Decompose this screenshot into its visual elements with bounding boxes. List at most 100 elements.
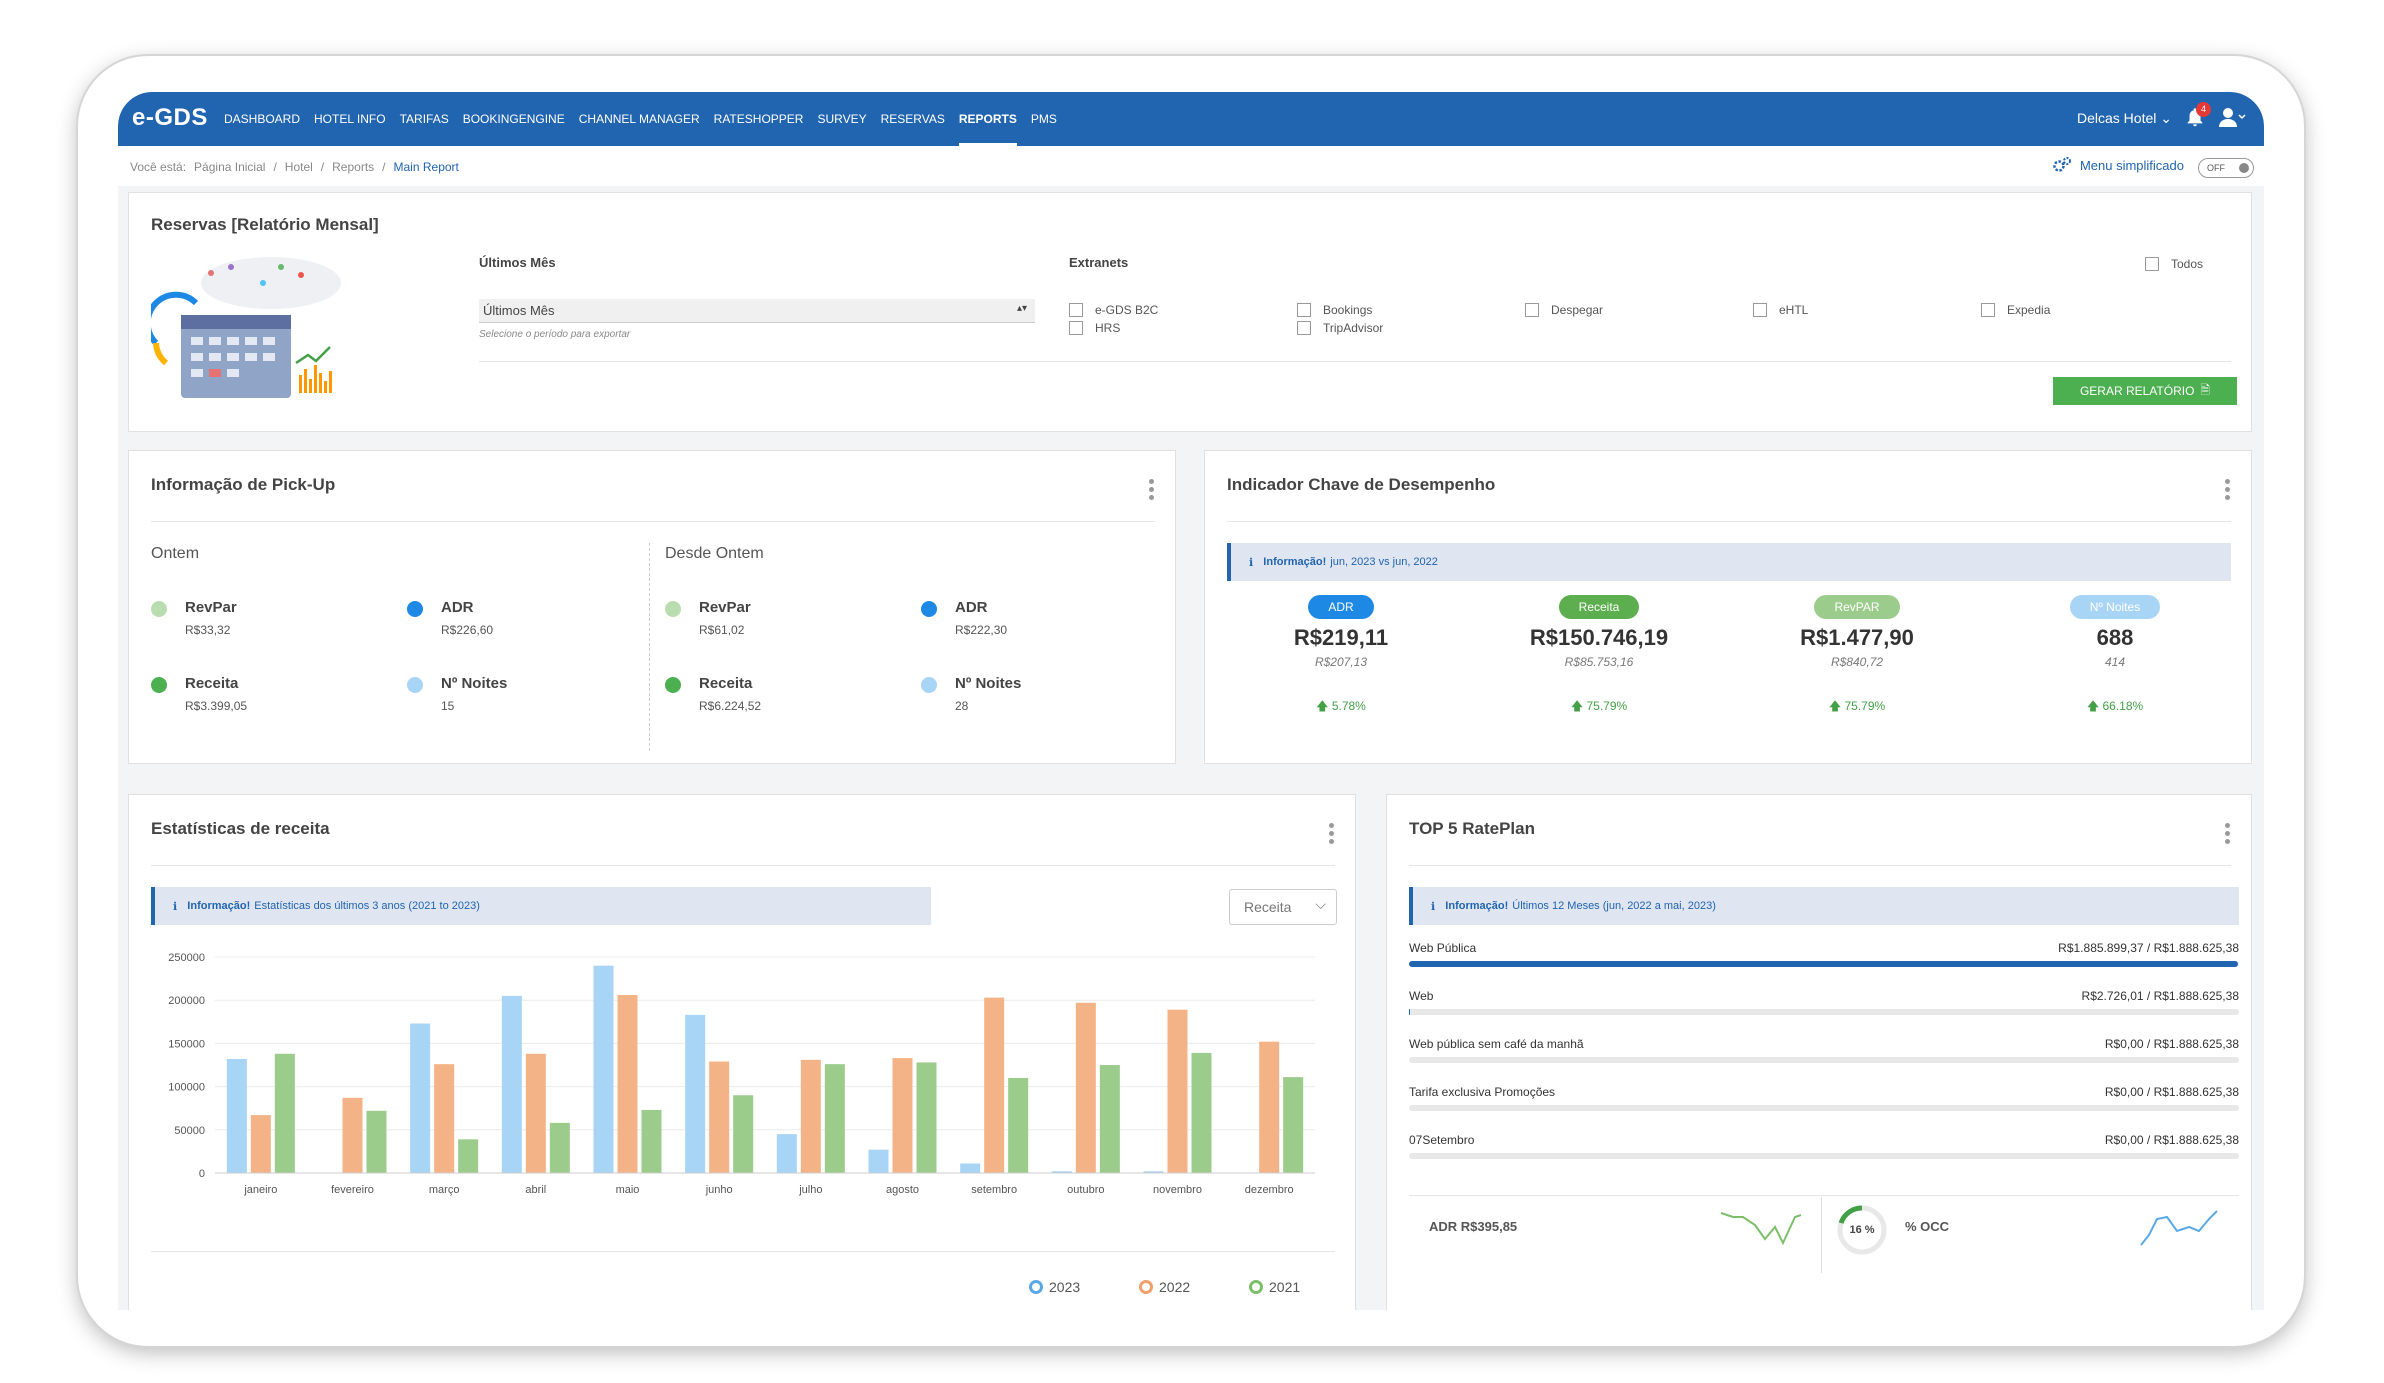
bar-2021-março[interactable]	[458, 1139, 479, 1173]
bell-icon[interactable]: 4	[2184, 102, 2211, 130]
x-tick-label: agosto	[886, 1184, 919, 1196]
bar-2022-fevereiro[interactable]	[342, 1097, 363, 1173]
column-divider	[649, 543, 650, 751]
bar-2022-setembro[interactable]	[984, 997, 1005, 1173]
top5-info-bar: ℹ Informação! Últimos 12 Meses (jun, 2022…	[1409, 887, 2239, 925]
legend-2022[interactable]: 2022	[1139, 1279, 1190, 1295]
nav-tarifas[interactable]: TARIFAS	[400, 92, 449, 146]
divider	[151, 865, 1335, 866]
kpi-adr: ADR R$219,11 R$207,13 🡅 5.78%	[1241, 595, 1441, 718]
hotel-selector[interactable]: Delcas Hotel ⌄	[2077, 110, 2172, 127]
bar-2022-junho[interactable]	[709, 1061, 730, 1173]
gerar-relatorio-button[interactable]: GERAR RELATÓRIO 🗎	[2053, 377, 2237, 405]
bar-2021-agosto[interactable]	[916, 1062, 937, 1173]
more-options-icon[interactable]	[2225, 823, 2231, 845]
nav-rateshopper[interactable]: RATESHOPPER	[714, 92, 804, 146]
rateplan-value: R$2.726,01 / R$1.888.625,38	[2081, 989, 2239, 1003]
nav-channel-manager[interactable]: CHANNEL MANAGER	[579, 92, 700, 146]
bar-2021-novembro[interactable]	[1191, 1052, 1212, 1173]
nav-pms[interactable]: PMS	[1031, 92, 1057, 146]
adr-value: ADR R$395,85	[1429, 1219, 1518, 1234]
extranet-label: HRS	[1095, 321, 1121, 335]
nav-bookingengine[interactable]: BOOKINGENGINE	[463, 92, 565, 146]
x-tick-label: novembro	[1153, 1184, 1202, 1196]
breadcrumb-reports[interactable]: Reports	[332, 160, 374, 174]
menu-simplificado-link[interactable]: Menu simplificado	[2052, 156, 2184, 174]
app-logo[interactable]: e-GDS	[132, 104, 208, 132]
calendar-illustration	[151, 257, 341, 398]
bar-2022-julho[interactable]	[800, 1059, 821, 1173]
bar-2021-maio[interactable]	[641, 1109, 662, 1173]
more-options-icon[interactable]	[1329, 823, 1335, 845]
bar-2022-março[interactable]	[434, 1064, 455, 1173]
kpi-card: Indicador Chave de Desempenho ℹ Informaç…	[1204, 450, 2252, 764]
bar-2022-novembro[interactable]	[1167, 1009, 1188, 1173]
todos-checkbox[interactable]: Todos	[2145, 257, 2203, 271]
user-menu-icon[interactable]	[2218, 106, 2246, 130]
legend-2023[interactable]: 2023	[1029, 1279, 1080, 1295]
bar-2023-junho[interactable]	[685, 1014, 706, 1173]
nav-reservas[interactable]: RESERVAS	[881, 92, 945, 146]
bar-2023-maio[interactable]	[593, 965, 614, 1173]
breadcrumb-home[interactable]: Página Inicial	[194, 160, 265, 174]
bar-2021-junho[interactable]	[733, 1095, 754, 1173]
extranet-expedia-checkbox[interactable]: Expedia	[1981, 303, 2050, 317]
x-tick-label: julho	[798, 1184, 822, 1196]
nav-survey[interactable]: SURVEY	[817, 92, 866, 146]
bar-2023-março[interactable]	[410, 1023, 431, 1173]
legend-2021[interactable]: 2021	[1249, 1279, 1300, 1295]
bar-2023-julho[interactable]	[776, 1134, 797, 1173]
breadcrumb-hotel[interactable]: Hotel	[285, 160, 313, 174]
more-options-icon[interactable]	[2225, 479, 2231, 501]
bar-2023-abril[interactable]	[501, 995, 522, 1173]
extranet-bookings-checkbox[interactable]: Bookings	[1297, 303, 1372, 317]
rateplan-progress	[1409, 1009, 2239, 1015]
period-select[interactable]: Últimos Mês ▴▾	[479, 299, 1035, 323]
extranet-hrs-checkbox[interactable]: HRS	[1069, 321, 1120, 335]
gears-icon	[2053, 157, 2071, 172]
pickup-card: Informação de Pick-Up Ontem Desde Ontem …	[128, 450, 1176, 764]
divider	[1227, 521, 2231, 522]
x-tick-label: dezembro	[1245, 1184, 1294, 1196]
x-tick-label: janeiro	[243, 1184, 277, 1196]
file-icon: 🗎	[2200, 382, 2211, 397]
extranet-despegar-checkbox[interactable]: Despegar	[1525, 303, 1603, 317]
chevron-down-icon: ⌵	[1315, 896, 1326, 912]
x-tick-label: maio	[616, 1184, 640, 1196]
bar-2021-janeiro[interactable]	[274, 1053, 295, 1173]
bar-2021-abril[interactable]	[549, 1122, 570, 1173]
x-tick-label: abril	[525, 1184, 546, 1196]
pickup-title: Informação de Pick-Up	[151, 475, 336, 494]
bar-2021-dezembro[interactable]	[1283, 1077, 1304, 1173]
extranet-tripadvisor-checkbox[interactable]: TripAdvisor	[1297, 321, 1383, 335]
rateplan-progress	[1409, 961, 2239, 967]
bar-2021-setembro[interactable]	[1008, 1077, 1029, 1173]
more-options-icon[interactable]	[1149, 479, 1155, 501]
menu-simplificado-toggle[interactable]: OFF	[2198, 158, 2254, 178]
bar-2021-outubro[interactable]	[1099, 1065, 1120, 1173]
kpi-title: Indicador Chave de Desempenho	[1227, 475, 1496, 494]
nav-dashboard[interactable]: DASHBOARD	[224, 92, 300, 146]
rateplan-progress	[1409, 1057, 2239, 1063]
nav-reports[interactable]: REPORTS	[958, 92, 1017, 146]
extranet-egds-b2c-checkbox[interactable]: e-GDS B2C	[1069, 303, 1158, 317]
bar-2023-setembro[interactable]	[960, 1163, 981, 1173]
bar-2022-dezembro[interactable]	[1259, 1041, 1280, 1173]
nav-hotel-info[interactable]: HOTEL INFO	[314, 92, 386, 146]
metric-select[interactable]: Receita ⌵	[1229, 889, 1337, 925]
hotel-name: Delcas Hotel	[2077, 110, 2157, 126]
bar-2023-agosto[interactable]	[868, 1149, 889, 1173]
extranet-ehtl-checkbox[interactable]: eHTL	[1753, 303, 1808, 317]
rateplan-name: Web Pública	[1409, 941, 1477, 955]
period-label: Últimos Mês	[479, 255, 556, 270]
bar-2022-abril[interactable]	[525, 1053, 546, 1173]
reservas-card: Reservas [Relatório Mensal] Últimos Mês …	[128, 192, 2252, 432]
bar-2023-janeiro[interactable]	[226, 1058, 247, 1173]
metric-select-value: Receita	[1244, 899, 1292, 915]
bar-2021-fevereiro[interactable]	[366, 1110, 387, 1173]
bar-2022-agosto[interactable]	[892, 1058, 913, 1173]
bar-2022-janeiro[interactable]	[250, 1115, 271, 1173]
bar-2022-outubro[interactable]	[1075, 1002, 1096, 1173]
bar-2021-julho[interactable]	[824, 1064, 845, 1173]
bar-2022-maio[interactable]	[617, 995, 638, 1173]
